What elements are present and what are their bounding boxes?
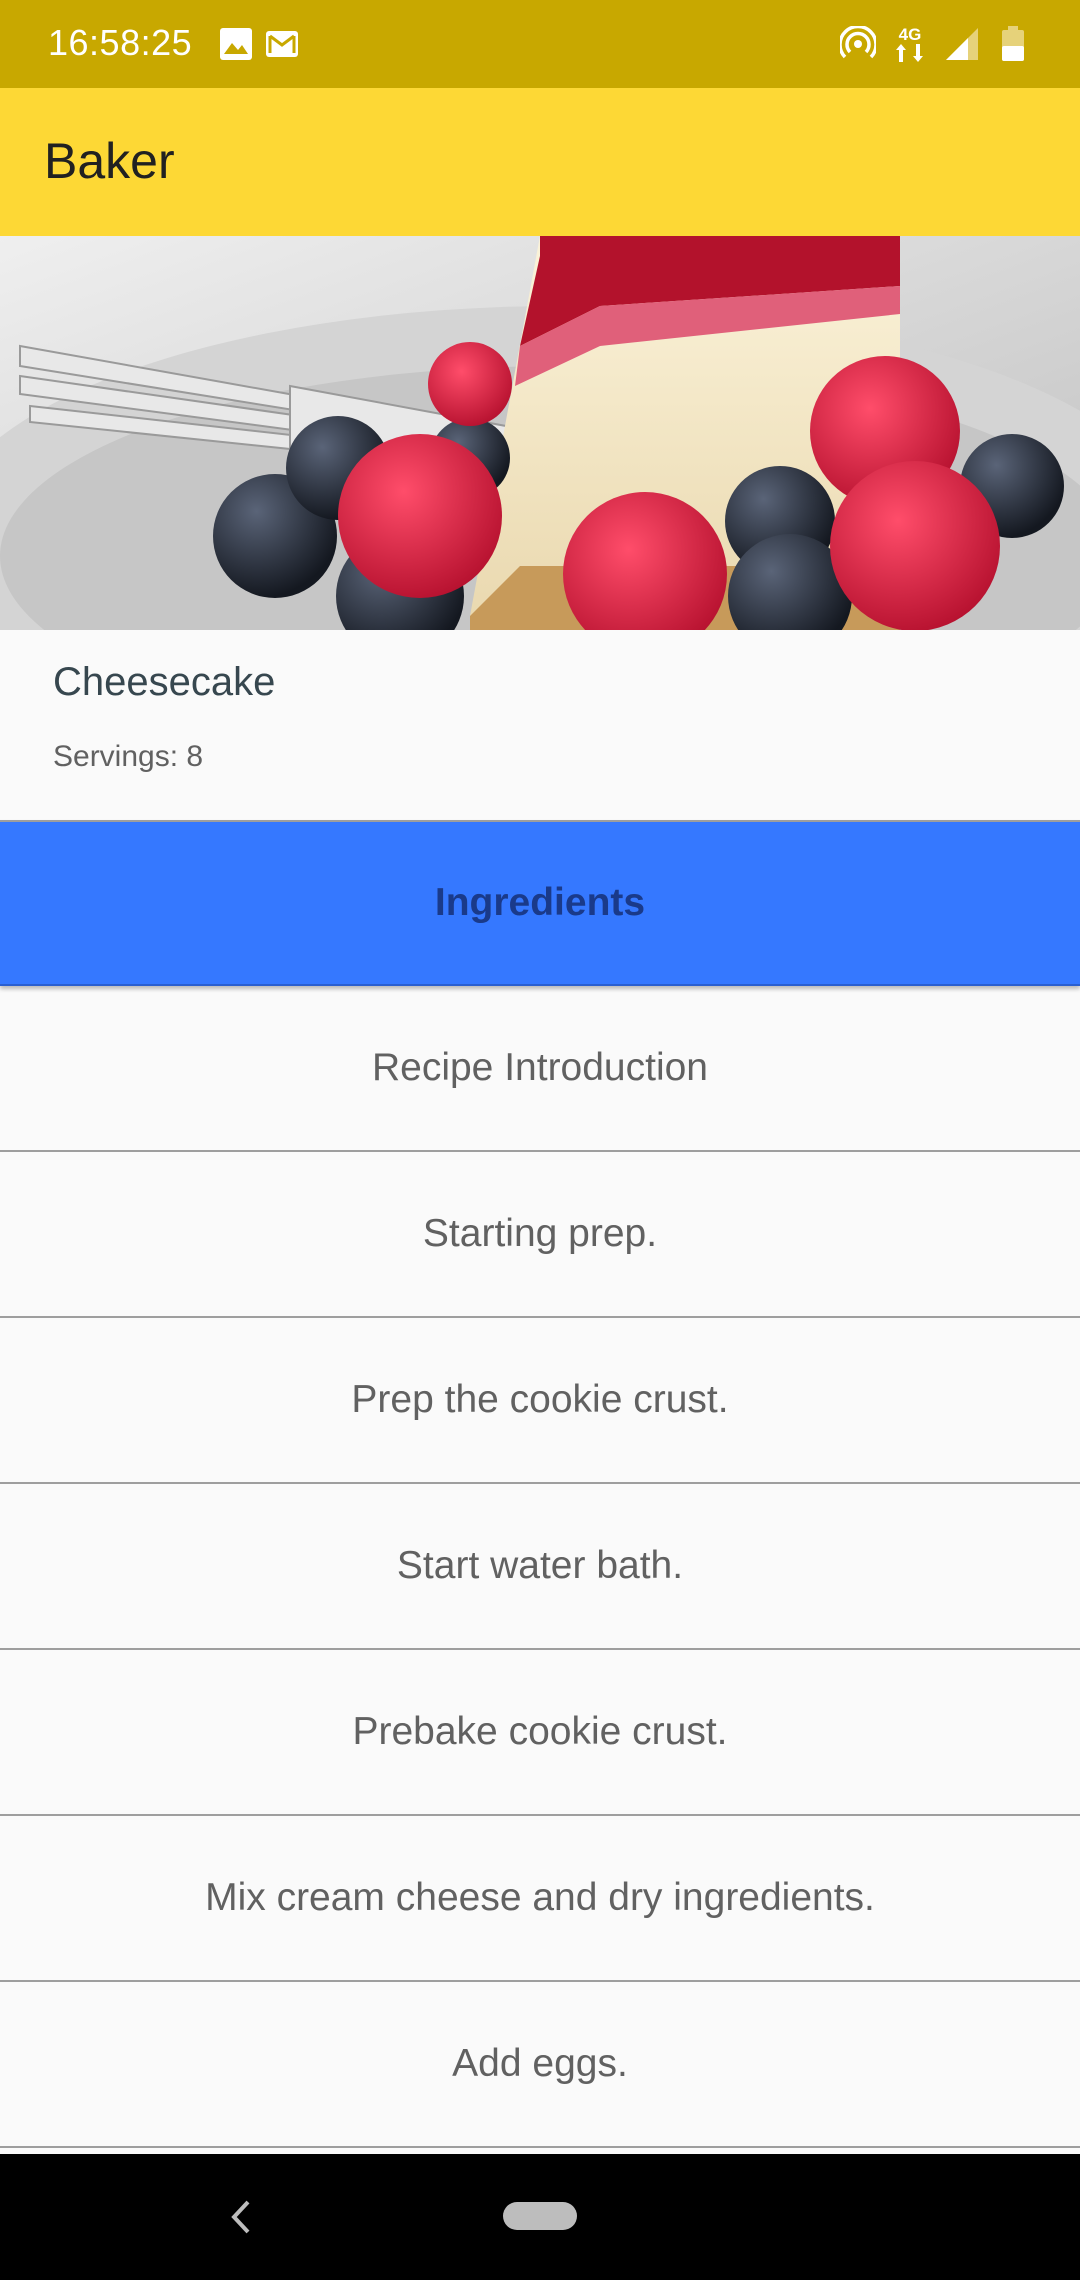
recipe-servings: Servings: 8 (53, 740, 204, 773)
image-icon (218, 26, 254, 62)
home-pill-icon[interactable] (503, 2202, 577, 2230)
nav-bar (0, 2154, 1080, 2280)
back-icon[interactable] (226, 2194, 256, 2240)
gmail-icon (264, 26, 300, 62)
step-item-mix-cream-cheese[interactable]: Mix cream cheese and dry ingredients. (0, 1816, 1080, 1982)
hotspot-icon (838, 24, 878, 62)
svg-text:4G: 4G (899, 25, 922, 44)
step-item-ingredients[interactable]: Ingredients (0, 820, 1080, 986)
step-item-start-water-bath[interactable]: Start water bath. (0, 1484, 1080, 1650)
step-item-add-eggs[interactable]: Add eggs. (0, 1982, 1080, 2148)
status-bar: 16:58:25 4G (0, 0, 1080, 88)
network-4g-icon: 4G (892, 22, 928, 66)
step-list: Ingredients Recipe Introduction Starting… (0, 820, 1080, 2148)
step-item-prebake-cookie-crust[interactable]: Prebake cookie crust. (0, 1650, 1080, 1816)
step-item-recipe-introduction[interactable]: Recipe Introduction (0, 986, 1080, 1152)
signal-icon (944, 26, 980, 62)
app-bar: Baker (0, 88, 1080, 236)
battery-icon (1000, 26, 1026, 62)
step-item-prep-cookie-crust[interactable]: Prep the cookie crust. (0, 1318, 1080, 1484)
app-title: Baker (44, 133, 175, 189)
recipe-name: Cheesecake (53, 660, 276, 704)
step-item-starting-prep[interactable]: Starting prep. (0, 1152, 1080, 1318)
status-time: 16:58:25 (48, 22, 193, 63)
screen: 16:58:25 4G Baker Cheesecake Servings: 8… (0, 0, 1080, 2280)
recipe-image (0, 236, 1080, 630)
recipe-info: Cheesecake Servings: 8 (0, 630, 1080, 820)
